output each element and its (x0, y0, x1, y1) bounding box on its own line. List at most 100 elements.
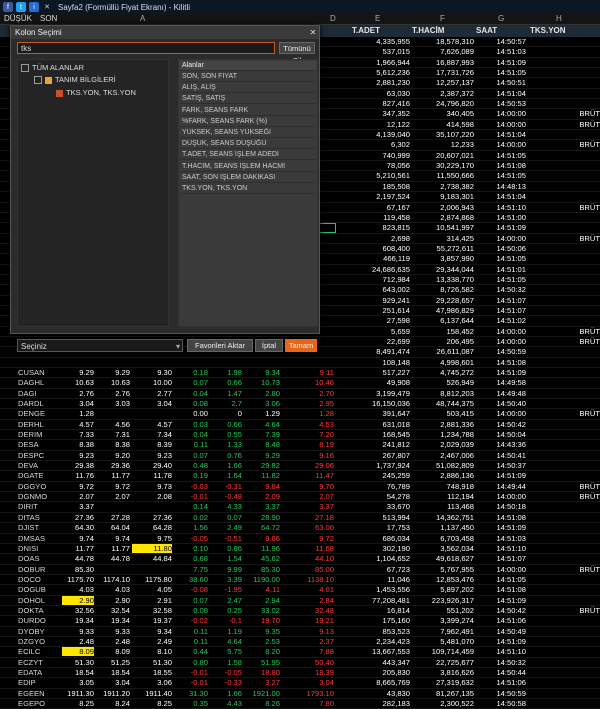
table-cell[interactable]: 14:50:57 (476, 37, 526, 46)
symbol-cell[interactable]: DITAS (18, 513, 62, 522)
table-cell[interactable]: 7.75 (174, 565, 208, 574)
table-cell[interactable]: -0.03 (174, 482, 208, 491)
table-cell[interactable]: 537,015 (352, 47, 410, 56)
table-cell[interactable]: 526,949 (412, 378, 474, 387)
table-cell[interactable]: 27,319,632 (412, 678, 474, 687)
table-cell[interactable]: 1,737,924 (352, 461, 410, 470)
table-cell[interactable]: 29,228,657 (412, 296, 474, 305)
table-cell[interactable]: 11.77 (98, 544, 130, 553)
table-cell[interactable]: 0.18 (174, 368, 208, 377)
table-cell[interactable]: 6,302 (352, 140, 410, 149)
table-row[interactable]: DOCO 1175.70 1174.10 1175.80 38.60 3.39 1190.0… (0, 575, 600, 586)
column-letter-h[interactable]: H (556, 14, 562, 23)
table-row[interactable]: DAGHL 10.63 10.63 10.00 0.07 0.66 10.73 10.46 49… (0, 378, 600, 389)
table-cell[interactable]: 8,665,769 (352, 678, 410, 687)
table-cell[interactable]: 78,056 (352, 161, 410, 170)
table-cell[interactable]: 4.33 (208, 502, 242, 511)
table-cell[interactable]: 1.98 (208, 368, 242, 377)
header-tadet[interactable]: T.ADET (352, 26, 380, 35)
table-cell[interactable]: 32.56 (62, 606, 94, 615)
table-cell[interactable]: 11.77 (62, 544, 94, 553)
table-cell[interactable]: 109,714,459 (412, 647, 474, 656)
table-cell[interactable]: 175,160 (352, 616, 410, 625)
table-cell[interactable]: 14:50:58 (476, 699, 526, 708)
table-cell[interactable]: -0.01 (174, 492, 208, 501)
table-cell[interactable]: 14:51:07 (476, 554, 526, 563)
table-cell[interactable]: 14:50:06 (476, 244, 526, 253)
table-cell[interactable]: 241,812 (352, 440, 410, 449)
table-cell[interactable]: 3.37 (244, 502, 280, 511)
table-cell[interactable]: 9.74 (98, 534, 130, 543)
symbol-cell[interactable]: DZGYO (18, 637, 62, 646)
table-cell[interactable]: 32.54 (98, 606, 130, 615)
table-cell[interactable]: 35,107,220 (412, 130, 474, 139)
table-cell[interactable]: 2.08 (132, 492, 172, 501)
table-row[interactable]: DMSAS 9.74 9.74 9.75 -0.05 -0.51 9.86 9.72 686,0… (0, 534, 600, 544)
table-cell[interactable]: 14:00:00 (476, 120, 526, 129)
table-cell[interactable]: 14:51:05 (476, 575, 526, 584)
table-cell[interactable]: 158,452 (412, 327, 474, 336)
table-cell[interactable]: 14:50:42 (476, 606, 526, 615)
table-cell[interactable]: 223,926,317 (412, 596, 474, 605)
symbol-cell[interactable]: EGEPO (18, 699, 62, 708)
table-cell[interactable]: 1793.10 (284, 689, 334, 698)
table-cell[interactable]: 9.72 (98, 482, 130, 491)
table-cell[interactable]: 14:50:32 (476, 658, 526, 667)
table-cell[interactable]: 51,082,809 (412, 461, 474, 470)
table-cell[interactable]: 8,726,582 (412, 285, 474, 294)
table-row[interactable]: DZGYO 2.48 2.48 2.49 0.11 4.64 2.53 2.37 2,234,4… (0, 637, 600, 648)
table-cell[interactable]: 14:51:04 (476, 89, 526, 98)
table-cell[interactable]: 112,194 (412, 492, 474, 501)
table-cell[interactable]: -0.05 (174, 534, 208, 543)
clear-all-button[interactable]: Tümünü Sil (279, 42, 315, 65)
table-cell[interactable]: 12,853,476 (412, 575, 474, 584)
table-cell[interactable]: 0.66 (208, 378, 242, 387)
table-cell[interactable]: 11.76 (62, 471, 94, 480)
table-cell[interactable]: 27.36 (132, 513, 172, 522)
table-cell[interactable]: 2.90 (98, 596, 130, 605)
table-row[interactable]: EDATA 18.54 18.54 18.55 -0.01 -0.05 18.80 18.39… (0, 668, 600, 679)
table-cell[interactable]: BRÜT (528, 327, 600, 336)
table-row[interactable]: DGATE 11.76 11.77 11.78 0.19 1.64 11.82 11.47 24… (0, 471, 600, 482)
chevron-down-icon[interactable]: ▾ (176, 340, 180, 353)
table-cell[interactable]: 3.04 (132, 399, 172, 408)
table-cell[interactable]: 16,814 (352, 606, 410, 615)
field-item[interactable]: T.ADET, SEANS İŞLEM ADEDİ (180, 150, 316, 161)
table-cell[interactable]: 686,034 (352, 534, 410, 543)
tree-leaf-tksyon[interactable]: TKS.YON, TKS.YON (56, 88, 136, 97)
table-cell[interactable]: 14:51:10 (476, 203, 526, 212)
table-cell[interactable]: 76,789 (352, 482, 410, 491)
symbol-cell[interactable]: DOKTA (18, 606, 62, 615)
table-cell[interactable]: 1.29 (244, 409, 280, 418)
table-cell[interactable]: 643,002 (352, 285, 410, 294)
table-cell[interactable]: 1,234,788 (412, 430, 474, 439)
table-cell[interactable]: 5.75 (208, 647, 242, 656)
table-cell[interactable]: 4.57 (62, 420, 94, 429)
table-cell[interactable]: 267,807 (352, 451, 410, 460)
table-cell[interactable]: 205,830 (352, 668, 410, 677)
table-cell[interactable]: 4.11 (244, 585, 280, 594)
table-cell[interactable]: 4.64 (208, 637, 242, 646)
table-cell[interactable]: 1911.40 (132, 689, 172, 698)
table-cell[interactable]: 14:51:09 (476, 368, 526, 377)
table-cell[interactable]: 6,703,458 (412, 534, 474, 543)
table-cell[interactable]: 4,139,040 (352, 130, 410, 139)
table-cell[interactable]: 0.76 (208, 451, 242, 460)
table-cell[interactable]: 3.06 (132, 678, 172, 687)
table-cell[interactable]: 33.02 (244, 606, 280, 615)
table-cell[interactable]: -0.31 (208, 482, 242, 491)
cancel-button[interactable]: İptal (255, 339, 283, 352)
table-cell[interactable]: 0.11 (174, 637, 208, 646)
table-cell[interactable]: 1.56 (174, 523, 208, 532)
table-cell[interactable]: 3.37 (62, 502, 94, 511)
table-cell[interactable]: 8.38 (98, 440, 130, 449)
symbol-cell[interactable]: DIRIT (18, 502, 62, 511)
table-cell[interactable]: 1.28 (284, 409, 334, 418)
table-cell[interactable]: 14:43:36 (476, 440, 526, 449)
table-cell[interactable]: 14:51:08 (476, 161, 526, 170)
symbol-cell[interactable]: DGATE (18, 471, 62, 480)
table-cell[interactable]: BRÜT (528, 482, 600, 491)
table-row[interactable]: DIRIT 3.37 0.14 4.33 3.37 3.37 33,670 113,468 14… (0, 502, 600, 513)
table-cell[interactable]: 0.86 (208, 544, 242, 553)
table-cell[interactable]: 9.11 (284, 368, 334, 377)
